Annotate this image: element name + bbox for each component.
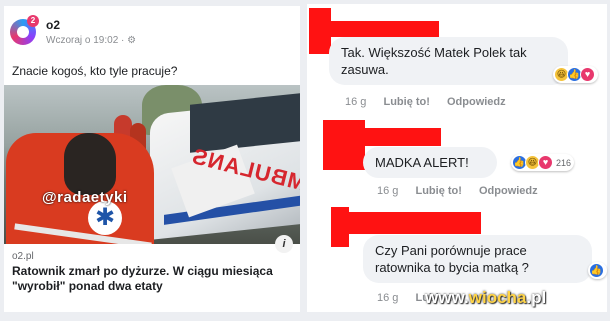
comment-text: MADKA ALERT! xyxy=(375,155,469,170)
redaction-mark xyxy=(355,128,441,146)
reaction-summary[interactable]: 👍 xyxy=(588,262,607,279)
star-of-life-icon: ✱ xyxy=(88,201,122,235)
comment-bubble: MADKA ALERT! xyxy=(363,147,497,178)
post-text: Znacie kogoś, kto tyle pracuje? xyxy=(12,64,178,78)
like-link[interactable]: Lubię to! xyxy=(415,185,461,197)
comment-time[interactable]: 16 g xyxy=(345,96,366,108)
shared-post-card: 2 o2 Wczoraj o 19:02 · ⚙ Znacie kogoś, k… xyxy=(4,6,300,312)
comment-bubble: Tak. Większość Matek Polek tak zasuwa. xyxy=(329,37,568,85)
paramedic-head xyxy=(64,133,116,195)
comment-actions: 16 g Lubię to! Odpowiedz xyxy=(345,96,506,108)
post-timestamp[interactable]: Wczoraj o 19:02 · ⚙ xyxy=(46,35,136,46)
reaction-summary[interactable]: 😆 👍 ♥ xyxy=(553,66,598,83)
link-domain[interactable]: o2.pl xyxy=(12,251,34,262)
watermark-highlight: wiocha xyxy=(468,288,527,307)
redaction-mark xyxy=(309,8,331,54)
post-photo[interactable]: AMBULANS ✱ @radaetyki xyxy=(4,85,300,244)
redaction-mark xyxy=(329,21,439,37)
page-name[interactable]: o2 xyxy=(46,18,60,32)
comment-bubble: Czy Pani porównuje prace ratownika to by… xyxy=(363,235,592,283)
reaction-summary[interactable]: 👍 😆 ♥ 216 xyxy=(511,154,575,171)
photo-tag: @radaetyki xyxy=(42,189,128,206)
reflective-stripe xyxy=(14,223,152,244)
reply-link[interactable]: Odpowiedz xyxy=(479,185,538,197)
redaction-mark xyxy=(343,212,481,234)
love-reaction-icon: ♥ xyxy=(538,155,553,170)
comment-text: Czy Pani porównuje prace ratownika to by… xyxy=(375,243,529,275)
comment-actions: 16 g Lubię to! Odpowiedz xyxy=(377,185,538,197)
reply-link[interactable]: Odpowiedz xyxy=(447,96,506,108)
like-link[interactable]: Lubię to! xyxy=(383,96,429,108)
like-reaction-icon: 👍 xyxy=(589,263,604,278)
reaction-count: 216 xyxy=(556,157,572,168)
watermark-suffix: .pl xyxy=(526,288,547,307)
comment-text: Tak. Większość Matek Polek tak zasuwa. xyxy=(341,45,527,77)
comment-time[interactable]: 16 g xyxy=(377,292,398,304)
logo-badge: 2 xyxy=(27,15,39,27)
info-icon[interactable]: i xyxy=(275,235,293,253)
link-title[interactable]: Ratownik zmarł po dyżurze. W ciągu miesi… xyxy=(12,264,292,294)
comment-time[interactable]: 16 g xyxy=(377,185,398,197)
watermark-prefix: www. xyxy=(425,288,469,307)
comments-panel: Tak. Większość Matek Polek tak zasuwa. 😆… xyxy=(307,4,607,312)
love-reaction-icon: ♥ xyxy=(580,67,595,82)
site-watermark: www.wiocha.pl xyxy=(425,288,546,308)
